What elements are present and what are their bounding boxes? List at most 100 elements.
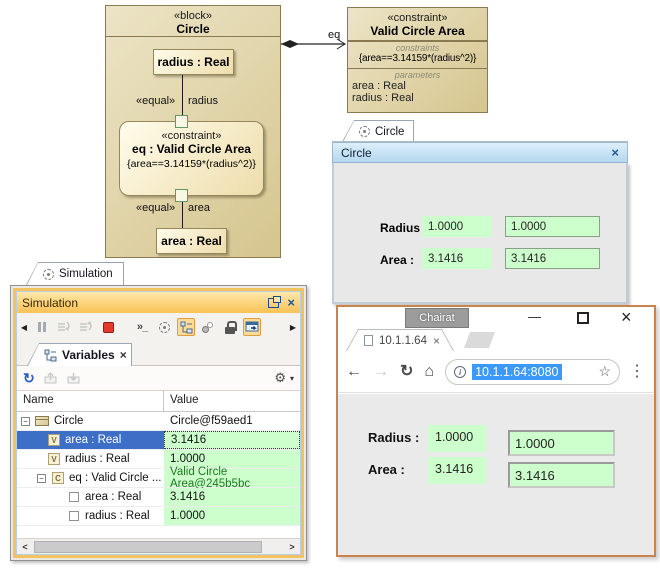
constraint-block-shape[interactable]: «constraint» Valid Circle Area constrain… [347,7,488,113]
binding-connector-area[interactable] [182,202,183,228]
maximize-icon[interactable] [577,312,589,324]
parameter-area: area : Real [348,80,487,92]
table-row[interactable]: radius : Real 1.0000 [17,507,300,526]
home-icon[interactable]: ⌂ [424,364,434,380]
scrollbar-thumb[interactable] [34,541,262,553]
address-bar[interactable]: i 10.1.1.64:8080 ☆ [445,359,620,385]
radius-display-value: 1.0000 [422,216,492,237]
pause-button[interactable] [33,318,51,336]
area-input[interactable] [505,248,600,269]
toolbar-overflow-right-icon[interactable]: ▶ [288,318,298,336]
forward-icon[interactable]: → [373,364,389,380]
area-display-value: 3.1416 [422,248,492,269]
export-all-icon[interactable] [66,372,81,384]
area-input[interactable] [508,462,615,488]
constraint-property-shape[interactable]: «constraint» eq : Valid Circle Area {are… [119,121,264,196]
browser-tab[interactable]: 10.1.1.64 × [346,329,454,351]
close-icon[interactable]: × [120,348,127,362]
table-header: Name Value [17,391,300,412]
value-cell[interactable]: 3.1416 [164,431,300,449]
circle-tab-label: Circle [375,126,404,138]
url-text[interactable]: 10.1.1.64:8080 [472,364,561,380]
breakpoints-icon[interactable] [199,318,217,336]
step-into-button[interactable] [55,318,73,336]
circle-ui-panel: Circle Circle × Radius : 1.0000 Area : 3… [332,118,628,304]
containment-tree-button[interactable] [177,318,195,336]
value-cell[interactable]: 3.1416 [164,488,300,506]
toolbar-overflow-left-icon[interactable]: ◀ [19,318,29,336]
table-row[interactable]: − C eq : Valid Circle ... Valid Circle A… [17,469,300,488]
gear-icon[interactable]: ⚙ [274,370,286,386]
value-property-icon: V [48,434,60,446]
table-row[interactable]: − Circle Circle@f59aed1 [17,412,300,431]
animation-icon[interactable] [155,318,173,336]
radius-label: Radius : [368,430,419,445]
tree-collapse-toggle[interactable]: − [37,474,46,483]
constraint-block-stereotype: «constraint» [348,12,487,24]
stop-button[interactable] [99,318,117,336]
close-icon[interactable]: × [621,307,632,328]
variables-table: Name Value − Circle Circle@f59aed1 V are… [17,391,300,554]
console-icon[interactable]: »_ [133,318,151,336]
table-row[interactable]: area : Real 3.1416 [17,488,300,507]
variables-toolbar: ↻ ⚙ ▾ [17,366,300,391]
parameter-port-area[interactable] [175,189,188,202]
export-icon[interactable] [43,372,58,384]
bookmark-star-icon[interactable]: ☆ [598,363,611,380]
block-stereotype: «block» [106,10,280,22]
value-cell[interactable]: Circle@f59aed1 [164,412,300,430]
name-column-header[interactable]: Name [17,391,164,411]
refresh-icon[interactable]: ↻ [23,370,35,387]
area-part-shape[interactable]: area : Real [156,228,227,254]
value-cell[interactable]: Valid Circle Area@245b5bc [164,469,300,487]
circle-block-shape[interactable]: «block» Circle radius : Real «equal» rad… [105,5,281,258]
step-over-button[interactable] [77,318,95,336]
horizontal-scrollbar[interactable]: < > [17,538,300,554]
close-icon[interactable]: × [611,146,619,159]
tree-collapse-toggle[interactable]: − [21,417,30,426]
equal-stereotype-radius: «equal» [136,95,175,107]
new-tab-button[interactable] [464,332,495,348]
simulation-toolbar: ◀ »_ ▶ [17,313,300,341]
open-in-browser-button[interactable] [243,318,261,336]
constraint-expression: {area==3.14159*(radius^2)} [120,158,263,170]
value-column-header[interactable]: Value [164,391,300,411]
scroll-left-icon[interactable]: < [18,540,32,554]
constraints-compartment: constraints {area==3.14159*(radius^2)} [348,41,487,68]
parameters-compartment: parameters area : Real radius : Real [348,68,487,104]
minimize-icon[interactable]: — [528,309,541,324]
back-icon[interactable]: ← [346,364,362,380]
simulation-window-header[interactable]: Simulation × [17,292,300,313]
variables-tab[interactable]: Variables × [27,343,132,366]
parameter-port-radius[interactable] [175,115,188,128]
reload-icon[interactable]: ↻ [400,364,413,380]
simulation-window: Simulation × ◀ »_ [10,285,307,561]
info-icon[interactable]: i [454,366,466,378]
radius-input[interactable] [508,430,615,456]
lock-icon[interactable] [221,318,239,336]
value-cell[interactable]: 1.0000 [164,507,300,525]
radius-input[interactable] [505,216,600,237]
menu-icon[interactable]: ⋮ [629,364,645,380]
tab-close-icon[interactable]: × [433,334,440,348]
constraint-property-icon: C [52,472,64,484]
area-part-label: area : Real [161,234,222,248]
connector-eq-label: eq [328,29,340,41]
simulation-tab-label: Simulation [59,268,113,280]
circle-panel-body: Radius : 1.0000 Area : 3.1416 [332,163,628,304]
circle-panel-tab[interactable]: Circle [342,120,414,142]
simulation-window-tab[interactable]: Simulation [26,262,124,285]
table-row[interactable]: V area : Real 3.1416 [17,431,300,450]
circle-panel-title: Circle [341,146,372,160]
radius-part-shape[interactable]: radius : Real [153,49,234,75]
simulation-window-title: Simulation [22,296,78,310]
area-label: Area : [368,462,405,477]
restore-window-icon[interactable] [268,298,279,308]
scroll-right-icon[interactable]: > [285,540,299,554]
variables-tab-label: Variables [62,348,115,362]
simulation-tab-strip: Variables × [17,341,300,366]
gear-dropdown-icon[interactable]: ▾ [290,374,294,383]
value-property-icon: V [48,453,60,465]
close-icon[interactable]: × [287,296,295,309]
tree-node-label: radius : Real [85,510,150,522]
